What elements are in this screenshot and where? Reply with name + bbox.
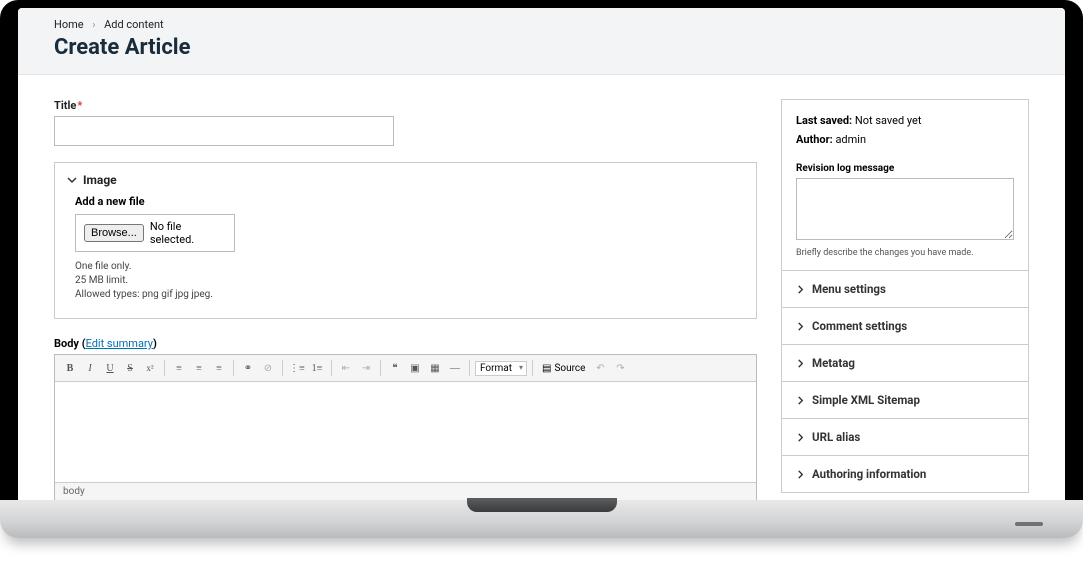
- toolbar-separator: [469, 360, 470, 376]
- align-left-icon[interactable]: ≡: [170, 359, 188, 377]
- title-label: Title*: [54, 99, 757, 112]
- image-fieldset: Image Add a new file Browse... No file s…: [54, 162, 757, 319]
- file-status-text: No file selected.: [150, 220, 226, 246]
- toolbar-separator: [331, 360, 332, 376]
- align-right-icon[interactable]: ≡: [210, 359, 228, 377]
- chevron-down-icon: [67, 175, 77, 185]
- indent-icon[interactable]: ⇥: [357, 359, 375, 377]
- sidebar-panel: Last saved: Not saved yet Author: admin …: [781, 99, 1029, 493]
- italic-icon[interactable]: I: [81, 359, 99, 377]
- browse-button[interactable]: Browse...: [84, 224, 144, 242]
- table-icon[interactable]: ▦: [426, 359, 444, 377]
- source-icon: ▤: [542, 363, 551, 374]
- editor-content-area[interactable]: [55, 382, 756, 482]
- editor-toolbar: B I U S x² ≡ ≡ ≡ ⚭ ⊘: [55, 355, 756, 382]
- page-header: Home › Add content Create Article: [18, 8, 1065, 75]
- redo-icon[interactable]: ↷: [611, 359, 629, 377]
- accordion-menu-settings[interactable]: Menu settings: [782, 270, 1028, 307]
- breadcrumb: Home › Add content: [54, 18, 1029, 31]
- image-fieldset-toggle[interactable]: Image: [55, 163, 756, 195]
- laptop-notch: [467, 498, 617, 512]
- required-indicator: *: [77, 99, 82, 112]
- title-input[interactable]: [54, 116, 394, 146]
- breadcrumb-home[interactable]: Home: [54, 18, 84, 31]
- author-label: Author:: [796, 133, 833, 146]
- accordion-url-alias[interactable]: URL alias: [782, 418, 1028, 455]
- body-label: Body (Edit summary): [54, 337, 757, 350]
- toolbar-separator: [164, 360, 165, 376]
- chevron-right-icon: [796, 470, 805, 479]
- chevron-right-icon: [796, 359, 805, 368]
- bold-icon[interactable]: B: [61, 359, 79, 377]
- toolbar-separator: [380, 360, 381, 376]
- last-saved-value: Not saved yet: [855, 114, 922, 127]
- author-value: admin: [835, 133, 866, 146]
- body-editor: B I U S x² ≡ ≡ ≡ ⚭ ⊘: [54, 354, 757, 500]
- accordion-metatag[interactable]: Metatag: [782, 344, 1028, 381]
- chevron-right-icon: [796, 285, 805, 294]
- chevron-right-icon: [796, 322, 805, 331]
- outdent-icon[interactable]: ⇤: [337, 359, 355, 377]
- revision-log-help: Briefly describe the changes you have ma…: [796, 248, 1014, 258]
- superscript-icon[interactable]: x²: [141, 359, 159, 377]
- underline-icon[interactable]: U: [101, 359, 119, 377]
- editor-path: body: [55, 482, 756, 500]
- breadcrumb-add-content[interactable]: Add content: [104, 18, 164, 31]
- laptop-base: [0, 500, 1083, 538]
- blockquote-icon[interactable]: ❝: [386, 359, 404, 377]
- chevron-right-icon: [796, 433, 805, 442]
- bullet-list-icon[interactable]: ⋮≡: [288, 359, 306, 377]
- laptop-port: [1015, 522, 1043, 526]
- format-dropdown[interactable]: Format: [475, 361, 527, 376]
- revision-log-label: Revision log message: [796, 163, 1014, 174]
- number-list-icon[interactable]: 1≡: [308, 359, 326, 377]
- unlink-icon[interactable]: ⊘: [259, 359, 277, 377]
- hr-icon[interactable]: —: [446, 359, 464, 377]
- accordion-authoring-information[interactable]: Authoring information: [782, 455, 1028, 492]
- breadcrumb-separator-icon: ›: [92, 20, 95, 31]
- file-upload-widget[interactable]: Browse... No file selected.: [75, 214, 235, 252]
- add-file-label: Add a new file: [75, 195, 736, 208]
- link-icon[interactable]: ⚭: [239, 359, 257, 377]
- toolbar-separator: [233, 360, 234, 376]
- toolbar-separator: [282, 360, 283, 376]
- strike-icon[interactable]: S: [121, 359, 139, 377]
- image-icon[interactable]: ▣: [406, 359, 424, 377]
- chevron-right-icon: [796, 396, 805, 405]
- page-title: Create Article: [54, 35, 1029, 60]
- source-button[interactable]: ▤ Source: [538, 362, 589, 375]
- accordion-simple-xml-sitemap[interactable]: Simple XML Sitemap: [782, 381, 1028, 418]
- align-center-icon[interactable]: ≡: [190, 359, 208, 377]
- file-help-text: One file only. 25 MB limit. Allowed type…: [75, 260, 736, 302]
- edit-summary-link[interactable]: Edit summary: [86, 337, 153, 350]
- undo-icon[interactable]: ↶: [591, 359, 609, 377]
- app-screen: Home › Add content Create Article Title*: [18, 8, 1065, 500]
- revision-log-textarea[interactable]: [796, 178, 1014, 240]
- accordion-comment-settings[interactable]: Comment settings: [782, 307, 1028, 344]
- last-saved-label: Last saved:: [796, 114, 852, 127]
- toolbar-separator: [532, 360, 533, 376]
